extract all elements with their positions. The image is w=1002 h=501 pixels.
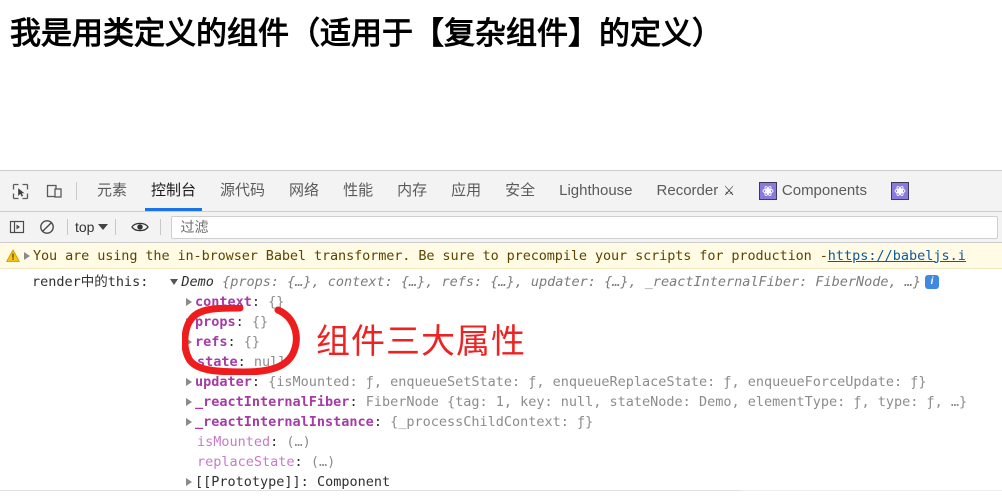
console-property-row[interactable]: state: null — [197, 353, 286, 372]
property-value: {} — [251, 314, 269, 330]
property-value: FiberNode {tag: 1, key: null, stateNode:… — [365, 394, 968, 410]
tab-label: 性能 — [343, 182, 374, 199]
rendered-page-area: 我是用类定义的组件（适用于【复杂组件】的定义） — [0, 0, 1002, 170]
tab-console[interactable]: 控制台 — [139, 171, 208, 211]
tab-label: 内存 — [397, 182, 428, 199]
react-icon — [758, 182, 777, 200]
tab-network[interactable]: 网络 — [277, 171, 331, 211]
console-property-row[interactable]: _reactInternalFiber: FiberNode {tag: 1, … — [186, 393, 967, 412]
property-key: refs — [195, 334, 228, 350]
expand-triangle-icon[interactable] — [170, 279, 179, 285]
tab-label: 元素 — [97, 182, 128, 199]
property-key: [[Prototype]] — [195, 474, 301, 490]
property-key: _reactInternalFiber — [195, 394, 350, 410]
tab-lighthouse[interactable]: Lighthouse — [547, 171, 644, 211]
expand-triangle-icon[interactable] — [186, 418, 192, 426]
devtools-tabbar: 元素 控制台 源代码 网络 性能 内存 应用 安全 Lighthouse Rec… — [0, 171, 1002, 212]
toolbar-divider — [160, 219, 162, 235]
console-divider — [0, 490, 740, 491]
console-property-row[interactable]: props: {} — [186, 313, 268, 332]
tab-security[interactable]: 安全 — [493, 171, 547, 211]
chevron-down-icon — [98, 224, 109, 230]
device-toolbar-icon[interactable] — [40, 177, 68, 205]
flask-icon: ⚔ — [723, 183, 735, 198]
expand-triangle-icon[interactable] — [24, 251, 30, 260]
property-key: replaceState — [197, 454, 295, 470]
property-key: state — [197, 354, 238, 370]
console-property-row[interactable]: isMounted: (…) — [197, 433, 311, 452]
console-divider — [740, 490, 1002, 491]
console-toolbar: top 过滤 — [0, 212, 1002, 243]
tab-performance[interactable]: 性能 — [331, 171, 385, 211]
log-prefix: render中的this: — [32, 274, 149, 290]
property-value: {isMounted: ƒ, enqueueSetState: ƒ, enque… — [268, 374, 927, 390]
property-value: (…) — [286, 434, 311, 450]
tab-label: 控制台 — [151, 182, 197, 199]
inspect-element-icon[interactable] — [6, 177, 34, 205]
tab-label: 安全 — [505, 182, 536, 199]
tab-memory[interactable]: 内存 — [385, 171, 439, 211]
execution-context-selector[interactable]: top — [75, 219, 109, 235]
tab-label: 网络 — [289, 182, 320, 199]
property-value: {} — [268, 294, 285, 310]
console-property-row[interactable]: replaceState: (…) — [197, 453, 335, 472]
toolbar-divider — [67, 219, 68, 235]
expand-triangle-icon[interactable] — [186, 378, 192, 386]
filter-input[interactable]: 过滤 — [171, 215, 998, 239]
property-key: _reactInternalInstance — [195, 414, 374, 430]
tab-label: Components — [781, 182, 867, 199]
expand-triangle-icon[interactable] — [186, 478, 192, 486]
tab-elements[interactable]: 元素 — [85, 171, 139, 211]
property-value: {_processChildContext: ƒ} — [390, 414, 594, 430]
expand-triangle-icon[interactable] — [186, 298, 192, 306]
toolbar-divider — [76, 182, 77, 200]
property-value: (…) — [310, 454, 336, 470]
react-icon — [890, 182, 909, 200]
tab-recorder[interactable]: Recorder ⚔ — [645, 171, 747, 211]
tab-label: Lighthouse — [559, 182, 633, 199]
execution-context-value: top — [75, 219, 95, 235]
live-expression-eye-icon[interactable] — [127, 214, 153, 240]
page-title: 我是用类定义的组件（适用于【复杂组件】的定义） — [10, 16, 723, 52]
console-warning-row[interactable]: You are using the in-browser Babel trans… — [0, 243, 1002, 269]
property-key: isMounted — [197, 434, 271, 450]
property-key: context — [195, 294, 252, 310]
console-property-row[interactable]: updater: {isMounted: ƒ, enqueueSetState:… — [186, 373, 927, 392]
warning-link[interactable]: https://babeljs.i — [828, 248, 966, 264]
console-property-row[interactable]: context: {} — [186, 293, 284, 312]
expand-triangle-icon[interactable] — [186, 318, 192, 326]
tab-label: 源代码 — [220, 182, 266, 199]
tab-profiler[interactable] — [879, 171, 926, 211]
tab-application[interactable]: 应用 — [439, 171, 493, 211]
tab-label: Recorder — [656, 182, 719, 199]
console-sidebar-icon[interactable] — [4, 214, 30, 240]
clear-console-icon[interactable] — [34, 214, 60, 240]
tab-label: 应用 — [451, 182, 482, 199]
property-value: {} — [243, 334, 261, 350]
property-value: Component — [316, 474, 391, 490]
console-property-row[interactable]: _reactInternalInstance: {_processChildCo… — [186, 413, 593, 432]
console-output[interactable]: You are using the in-browser Babel trans… — [0, 243, 1002, 501]
filter-placeholder: 过滤 — [180, 219, 209, 235]
console-property-row[interactable]: refs: {} — [186, 333, 260, 352]
info-badge-icon[interactable]: i — [925, 275, 940, 289]
tab-components[interactable]: Components — [747, 171, 879, 211]
console-log-entry[interactable]: render中的this: Demo {props: {…}, context: … — [32, 273, 940, 292]
object-preview: {props: {…}, context: {…}, refs: {…}, up… — [222, 274, 922, 290]
property-key: updater — [195, 374, 252, 390]
warning-message: You are using the in-browser Babel trans… — [33, 247, 828, 264]
property-key: props — [195, 314, 236, 330]
annotation-text: 组件三大属性 — [316, 322, 526, 362]
object-name: Demo — [181, 274, 214, 290]
expand-triangle-icon[interactable] — [186, 398, 192, 406]
expand-triangle-icon[interactable] — [186, 338, 192, 346]
warning-triangle-icon — [5, 248, 21, 263]
property-value: null — [253, 354, 287, 370]
toolbar-divider — [115, 219, 117, 235]
tab-sources[interactable]: 源代码 — [208, 171, 277, 211]
